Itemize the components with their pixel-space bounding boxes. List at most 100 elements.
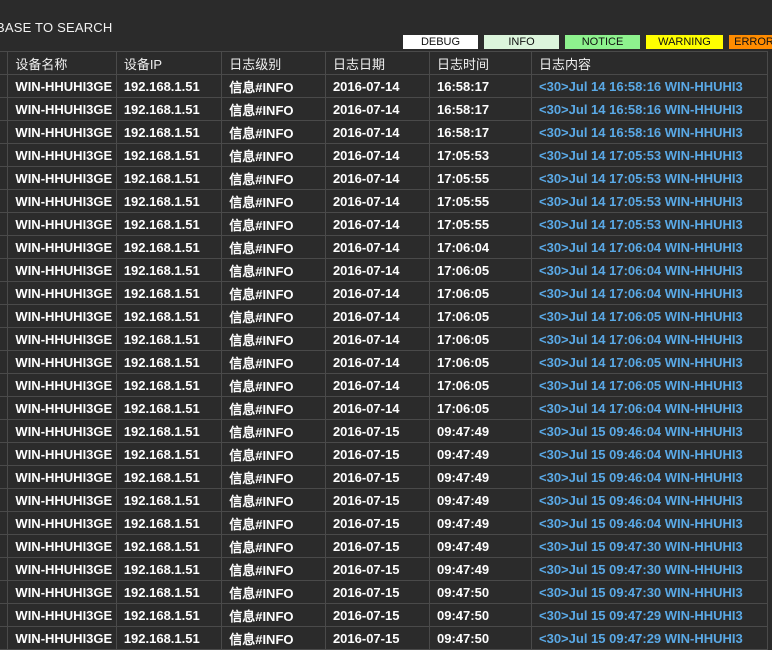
table-row[interactable]: WIN-HHUHI3GE 192.168.1.51 信息#INFO 2016-07-1…	[0, 442, 768, 466]
log-content-cell: <30>Jul 14 17:06:04 WIN-HHUHI3	[531, 235, 768, 259]
table-row[interactable]: WIN-HHUHI3GE 192.168.1.51 信息#INFO 2016-07-1…	[0, 258, 768, 282]
log-level-cell: 信息#INFO	[221, 465, 326, 489]
log-content-cell: <30>Jul 14 16:58:16 WIN-HHUHI3	[531, 120, 768, 144]
log-table: 设备名称 设备IP 日志级别 日志日期 日志时间 日志内容 WIN-HHUHI3…	[0, 51, 768, 650]
device-name-cell: WIN-HHUHI3GE	[7, 212, 117, 236]
row-select-cell[interactable]	[0, 603, 9, 627]
table-row[interactable]: WIN-HHUHI3GE 192.168.1.51 信息#INFO 2016-07-1…	[0, 212, 768, 236]
device-ip-cell: 192.168.1.51	[115, 304, 223, 328]
row-select-cell[interactable]	[0, 143, 9, 167]
device-name-cell: WIN-HHUHI3GE	[7, 166, 117, 190]
row-select-cell[interactable]	[0, 511, 9, 535]
row-select-cell[interactable]	[0, 534, 9, 558]
row-select-cell[interactable]	[0, 235, 9, 259]
row-select-cell[interactable]	[0, 304, 9, 328]
table-row[interactable]: WIN-HHUHI3GE 192.168.1.51 信息#INFO 2016-07-1…	[0, 166, 768, 190]
column-header-log-time[interactable]: 日志时间	[429, 51, 532, 75]
log-level-cell: 信息#INFO	[221, 534, 326, 558]
log-content-cell: <30>Jul 15 09:46:04 WIN-HHUHI3	[531, 419, 768, 443]
table-row[interactable]: WIN-HHUHI3GE 192.168.1.51 信息#INFO 2016-07-1…	[0, 580, 768, 604]
table-row[interactable]: WIN-HHUHI3GE 192.168.1.51 信息#INFO 2016-07-1…	[0, 327, 768, 351]
row-select-cell[interactable]	[0, 74, 9, 98]
legend-warning[interactable]: WARNING	[646, 35, 723, 49]
table-row[interactable]: WIN-HHUHI3GE 192.168.1.51 信息#INFO 2016-07-1…	[0, 626, 768, 650]
table-row[interactable]: WIN-HHUHI3GE 192.168.1.51 信息#INFO 2016-07-1…	[0, 281, 768, 305]
log-date-cell: 2016-07-14	[324, 120, 431, 144]
column-header-device-name[interactable]: 设备名称	[7, 51, 117, 75]
legend-error[interactable]: ERROR	[729, 35, 772, 49]
device-ip-cell: 192.168.1.51	[115, 534, 223, 558]
log-level-cell: 信息#INFO	[221, 212, 326, 236]
table-row[interactable]: WIN-HHUHI3GE 192.168.1.51 信息#INFO 2016-07-1…	[0, 189, 768, 213]
table-row[interactable]: WIN-HHUHI3GE 192.168.1.51 信息#INFO 2016-07-1…	[0, 373, 768, 397]
log-table-body: WIN-HHUHI3GE 192.168.1.51 信息#INFO 2016-07-1…	[0, 74, 768, 650]
log-content-cell: <30>Jul 14 16:58:16 WIN-HHUHI3	[531, 74, 768, 98]
log-content-cell: <30>Jul 15 09:46:04 WIN-HHUHI3	[531, 511, 768, 535]
table-row[interactable]: WIN-HHUHI3GE 192.168.1.51 信息#INFO 2016-07-1…	[0, 350, 768, 374]
device-ip-cell: 192.168.1.51	[115, 488, 223, 512]
table-row[interactable]: WIN-HHUHI3GE 192.168.1.51 信息#INFO 2016-07-1…	[0, 419, 768, 443]
log-time-cell: 17:06:05	[429, 281, 532, 305]
log-content-cell: <30>Jul 15 09:47:30 WIN-HHUHI3	[531, 557, 768, 581]
row-select-cell[interactable]	[0, 327, 9, 351]
row-select-cell[interactable]	[0, 419, 9, 443]
device-name-cell: WIN-HHUHI3GE	[7, 281, 117, 305]
row-select-cell[interactable]	[0, 189, 9, 213]
table-row[interactable]: WIN-HHUHI3GE 192.168.1.51 信息#INFO 2016-07-1…	[0, 235, 768, 259]
table-row[interactable]: WIN-HHUHI3GE 192.168.1.51 信息#INFO 2016-07-1…	[0, 97, 768, 121]
table-row[interactable]: WIN-HHUHI3GE 192.168.1.51 信息#INFO 2016-07-1…	[0, 304, 768, 328]
row-select-cell[interactable]	[0, 97, 9, 121]
table-row[interactable]: WIN-HHUHI3GE 192.168.1.51 信息#INFO 2016-07-1…	[0, 557, 768, 581]
row-select-cell[interactable]	[0, 626, 9, 650]
log-time-cell: 17:06:05	[429, 304, 532, 328]
log-date-cell: 2016-07-14	[324, 350, 431, 374]
log-content-cell: <30>Jul 15 09:46:04 WIN-HHUHI3	[531, 488, 768, 512]
device-ip-cell: 192.168.1.51	[115, 350, 223, 374]
row-select-cell[interactable]	[0, 373, 9, 397]
column-header-log-content[interactable]: 日志内容	[531, 51, 768, 75]
log-level-cell: 信息#INFO	[221, 258, 326, 282]
log-time-cell: 09:47:49	[429, 442, 532, 466]
row-select-cell[interactable]	[0, 442, 9, 466]
log-level-cell: 信息#INFO	[221, 97, 326, 121]
log-level-cell: 信息#INFO	[221, 557, 326, 581]
legend-notice[interactable]: NOTICE	[565, 35, 640, 49]
row-select-cell[interactable]	[0, 465, 9, 489]
row-select-cell[interactable]	[0, 488, 9, 512]
log-date-cell: 2016-07-14	[324, 166, 431, 190]
column-header-log-date[interactable]: 日志日期	[324, 51, 431, 75]
table-row[interactable]: WIN-HHUHI3GE 192.168.1.51 信息#INFO 2016-07-1…	[0, 488, 768, 512]
log-time-cell: 09:47:49	[429, 534, 532, 558]
table-row[interactable]: WIN-HHUHI3GE 192.168.1.51 信息#INFO 2016-07-1…	[0, 534, 768, 558]
device-name-cell: WIN-HHUHI3GE	[7, 120, 117, 144]
legend-info[interactable]: INFO	[484, 35, 559, 49]
row-select-cell[interactable]	[0, 396, 9, 420]
row-select-cell[interactable]	[0, 557, 9, 581]
table-row[interactable]: WIN-HHUHI3GE 192.168.1.51 信息#INFO 2016-07-1…	[0, 603, 768, 627]
log-level-cell: 信息#INFO	[221, 442, 326, 466]
table-row[interactable]: WIN-HHUHI3GE 192.168.1.51 信息#INFO 2016-07-1…	[0, 511, 768, 535]
row-select-cell[interactable]	[0, 258, 9, 282]
device-name-cell: WIN-HHUHI3GE	[7, 97, 117, 121]
column-header-device-ip[interactable]: 设备IP	[115, 51, 223, 75]
row-select-cell[interactable]	[0, 120, 9, 144]
log-content-cell: <30>Jul 14 17:05:53 WIN-HHUHI3	[531, 212, 768, 236]
legend-debug[interactable]: DEBUG	[403, 35, 478, 49]
row-select-cell[interactable]	[0, 580, 9, 604]
row-select-cell[interactable]	[0, 166, 9, 190]
device-ip-cell: 192.168.1.51	[115, 258, 223, 282]
log-content-cell: <30>Jul 15 09:47:29 WIN-HHUHI3	[531, 626, 768, 650]
row-select-cell[interactable]	[0, 212, 9, 236]
log-content-cell: <30>Jul 14 16:58:16 WIN-HHUHI3	[531, 97, 768, 121]
table-row[interactable]: WIN-HHUHI3GE 192.168.1.51 信息#INFO 2016-07-1…	[0, 465, 768, 489]
table-row[interactable]: WIN-HHUHI3GE 192.168.1.51 信息#INFO 2016-07-1…	[0, 120, 768, 144]
table-row[interactable]: WIN-HHUHI3GE 192.168.1.51 信息#INFO 2016-07-1…	[0, 143, 768, 167]
log-time-cell: 09:47:49	[429, 465, 532, 489]
log-time-cell: 09:47:49	[429, 511, 532, 535]
column-header-log-level[interactable]: 日志级别	[221, 51, 326, 75]
table-row[interactable]: WIN-HHUHI3GE 192.168.1.51 信息#INFO 2016-07-1…	[0, 74, 768, 98]
row-select-cell[interactable]	[0, 281, 9, 305]
log-level-cell: 信息#INFO	[221, 396, 326, 420]
row-select-cell[interactable]	[0, 350, 9, 374]
table-row[interactable]: WIN-HHUHI3GE 192.168.1.51 信息#INFO 2016-07-1…	[0, 396, 768, 420]
